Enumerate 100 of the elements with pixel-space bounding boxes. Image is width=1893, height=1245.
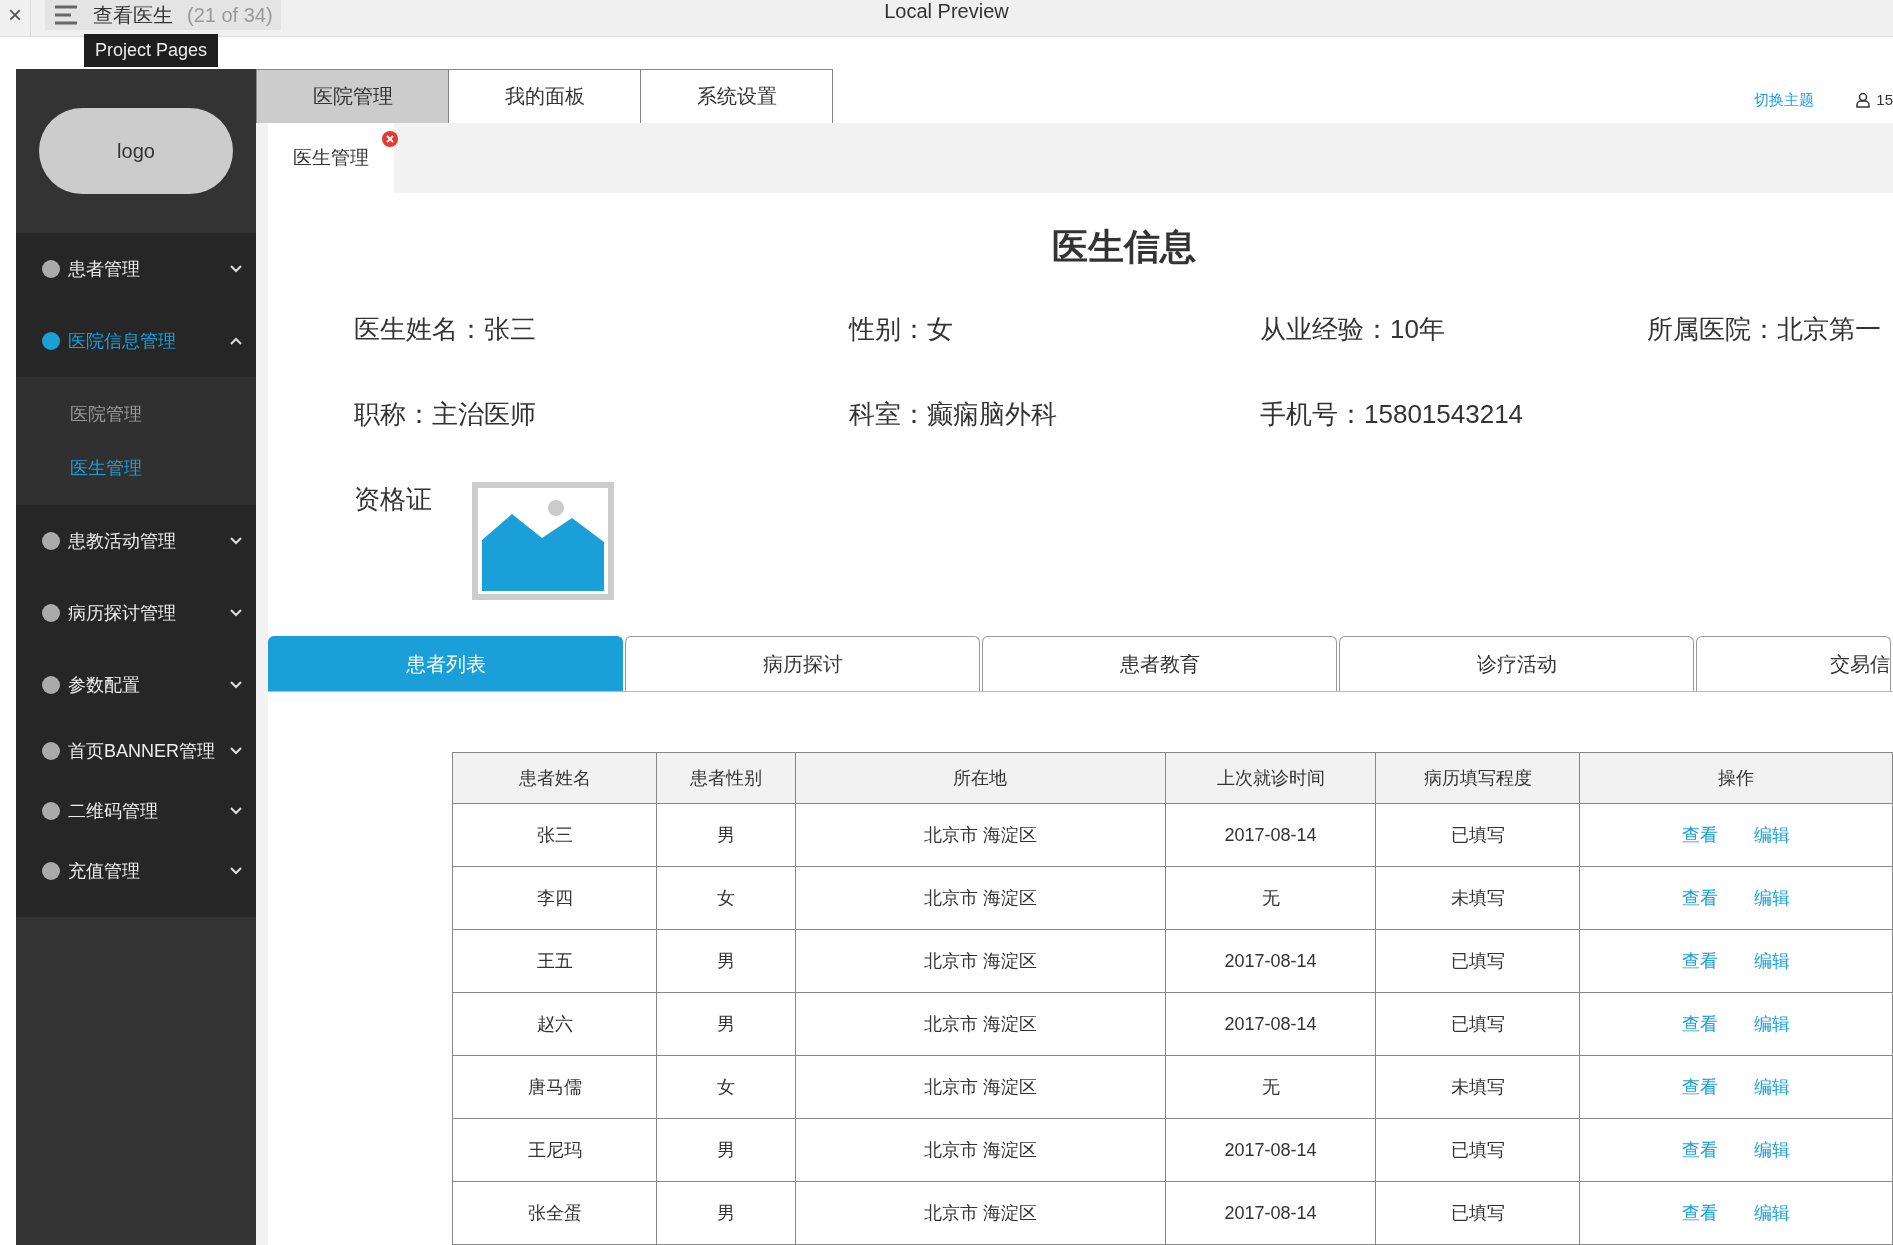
sidebar-item[interactable]: 二维码管理 [16, 781, 256, 841]
info-field: 职称：主治医师 [354, 397, 849, 482]
table-cell: 唐马儒 [452, 1055, 657, 1119]
column-header: 患者性别 [656, 752, 796, 804]
action-link[interactable]: 编辑 [1754, 951, 1791, 971]
close-icon[interactable] [382, 131, 398, 147]
action-link[interactable]: 编辑 [1754, 1140, 1791, 1160]
action-link[interactable]: 编辑 [1754, 825, 1791, 845]
nav-tab[interactable]: 我的面板 [449, 69, 641, 123]
table-cell: 2017-08-14 [1165, 929, 1376, 993]
sidebar-item[interactable]: 患教活动管理 [16, 505, 256, 577]
status-dot-icon [42, 332, 60, 350]
table-cell: 已填写 [1375, 929, 1580, 993]
nav-tab[interactable]: 系统设置 [641, 69, 833, 123]
certificate-label: 资格证 [354, 483, 432, 516]
content-tab[interactable]: 患者列表 [268, 636, 623, 691]
column-header: 所在地 [795, 752, 1166, 804]
table-cell: 张三 [452, 803, 657, 867]
info-field: 所属医院：北京第一 [1647, 312, 1881, 397]
menu-icon [53, 4, 79, 26]
section-title: 医生信息 [1051, 226, 1196, 267]
status-dot-icon [42, 532, 60, 550]
action-link[interactable]: 查看 [1682, 1140, 1719, 1160]
table-cell: 赵六 [452, 992, 657, 1056]
table-cell: 2017-08-14 [1165, 1118, 1376, 1182]
column-header: 操作 [1579, 752, 1893, 804]
column-header: 上次就诊时间 [1165, 752, 1376, 804]
table-cell: 北京市 海淀区 [795, 1118, 1166, 1182]
action-link[interactable]: 查看 [1682, 888, 1719, 908]
table-cell: 2017-08-14 [1165, 803, 1376, 867]
sidebar-item[interactable]: 病历探讨管理 [16, 577, 256, 649]
table-cell: 无 [1165, 866, 1376, 930]
column-header: 病历填写程度 [1375, 752, 1580, 804]
status-dot-icon [42, 676, 60, 694]
content-tab[interactable]: 交易信 [1696, 636, 1891, 691]
info-field: 性别：女 [849, 312, 1260, 397]
nav-tab[interactable]: 医院管理 [256, 69, 449, 123]
table-cell: 北京市 海淀区 [795, 1055, 1166, 1119]
content-tab[interactable]: 诊疗活动 [1339, 636, 1694, 691]
action-link[interactable]: 编辑 [1754, 888, 1791, 908]
table-cell: 男 [656, 1181, 796, 1245]
theme-link[interactable]: 切换主题 [1754, 91, 1815, 110]
submenu-item[interactable]: 医院管理 [16, 387, 256, 441]
user-name[interactable]: 15 [1876, 91, 1893, 108]
action-link[interactable]: 编辑 [1754, 1203, 1791, 1223]
table-cell: 北京市 海淀区 [795, 803, 1166, 867]
status-dot-icon [42, 604, 60, 622]
page-selector[interactable]: 查看医生 (21 of 34) [45, 0, 281, 30]
table-cell: 已填写 [1375, 803, 1580, 867]
table-cell: 已填写 [1375, 1181, 1580, 1245]
table-cell: 2017-08-14 [1165, 1181, 1376, 1245]
image-placeholder-icon [472, 482, 614, 600]
column-header: 患者姓名 [452, 752, 657, 804]
action-link[interactable]: 查看 [1682, 1077, 1719, 1097]
page-count: (21 of 34) [187, 3, 273, 27]
action-link[interactable]: 编辑 [1754, 1077, 1791, 1097]
table-cell: 北京市 海淀区 [795, 929, 1166, 993]
preview-title: Local Preview [884, 0, 1009, 22]
table-cell: 无 [1165, 1055, 1376, 1119]
sidebar-item[interactable]: 患者管理 [16, 233, 256, 305]
page-title: 查看医生 [93, 2, 173, 28]
status-dot-icon [42, 802, 60, 820]
content-tab[interactable]: 病历探讨 [625, 636, 980, 691]
action-link[interactable]: 查看 [1682, 1203, 1719, 1223]
table-cell: 2017-08-14 [1165, 992, 1376, 1056]
table-cell: 李四 [452, 866, 657, 930]
table-cell: 张全蛋 [452, 1181, 657, 1245]
sidebar-item[interactable]: 医院信息管理 [16, 305, 256, 377]
action-link[interactable]: 编辑 [1754, 1014, 1791, 1034]
table-cell: 未填写 [1375, 866, 1580, 930]
logo: logo [39, 108, 233, 194]
table-cell: 已填写 [1375, 992, 1580, 1056]
action-link[interactable]: 查看 [1682, 1014, 1719, 1034]
table-cell: 北京市 海淀区 [795, 992, 1166, 1056]
sidebar-item[interactable]: 首页BANNER管理 [16, 721, 256, 781]
table-cell: 未填写 [1375, 1055, 1580, 1119]
info-field: 从业经验：10年 [1260, 312, 1647, 397]
close-button[interactable]: × [0, 0, 31, 36]
content-tab[interactable]: 患者教育 [982, 636, 1337, 691]
action-link[interactable]: 查看 [1682, 825, 1719, 845]
sidebar-item[interactable]: 充值管理 [16, 841, 256, 901]
table-cell: 女 [656, 866, 796, 930]
sidebar-item[interactable]: 参数配置 [16, 649, 256, 721]
status-dot-icon [42, 742, 60, 760]
status-dot-icon [42, 260, 60, 278]
table-cell: 北京市 海淀区 [795, 1181, 1166, 1245]
action-link[interactable]: 查看 [1682, 951, 1719, 971]
submenu-item[interactable]: 医生管理 [16, 441, 256, 495]
info-field: 医生姓名：张三 [354, 312, 849, 397]
table-cell: 男 [656, 992, 796, 1056]
user-icon [1856, 91, 1871, 108]
status-dot-icon [42, 862, 60, 880]
table-cell: 男 [656, 1118, 796, 1182]
table-cell: 已填写 [1375, 1118, 1580, 1182]
table-cell: 王五 [452, 929, 657, 993]
table-cell: 男 [656, 803, 796, 867]
table-cell: 男 [656, 929, 796, 993]
table-cell: 王尼玛 [452, 1118, 657, 1182]
table-cell: 女 [656, 1055, 796, 1119]
table-cell: 北京市 海淀区 [795, 866, 1166, 930]
